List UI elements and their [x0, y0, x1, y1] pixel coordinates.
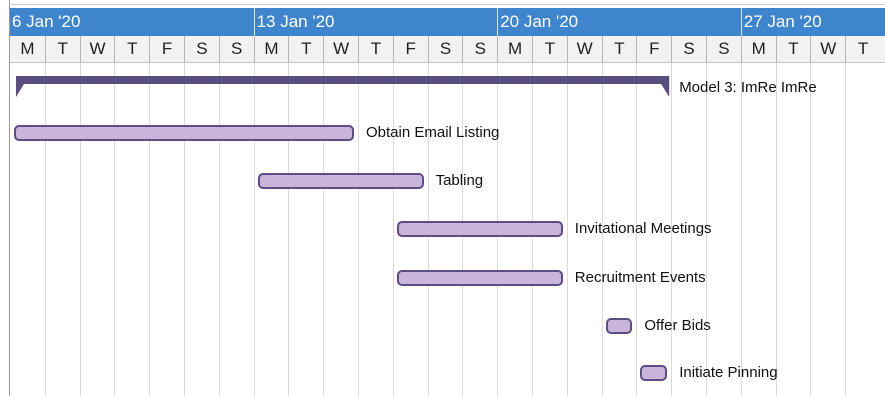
gantt-chart: 6 Jan '20 13 Jan '20 20 Jan '20 27 Jan '20 M…	[0, 0, 885, 396]
summary-start-cap	[16, 76, 24, 97]
summary-bar-caps	[16, 76, 670, 97]
summary-end-cap	[661, 76, 670, 97]
